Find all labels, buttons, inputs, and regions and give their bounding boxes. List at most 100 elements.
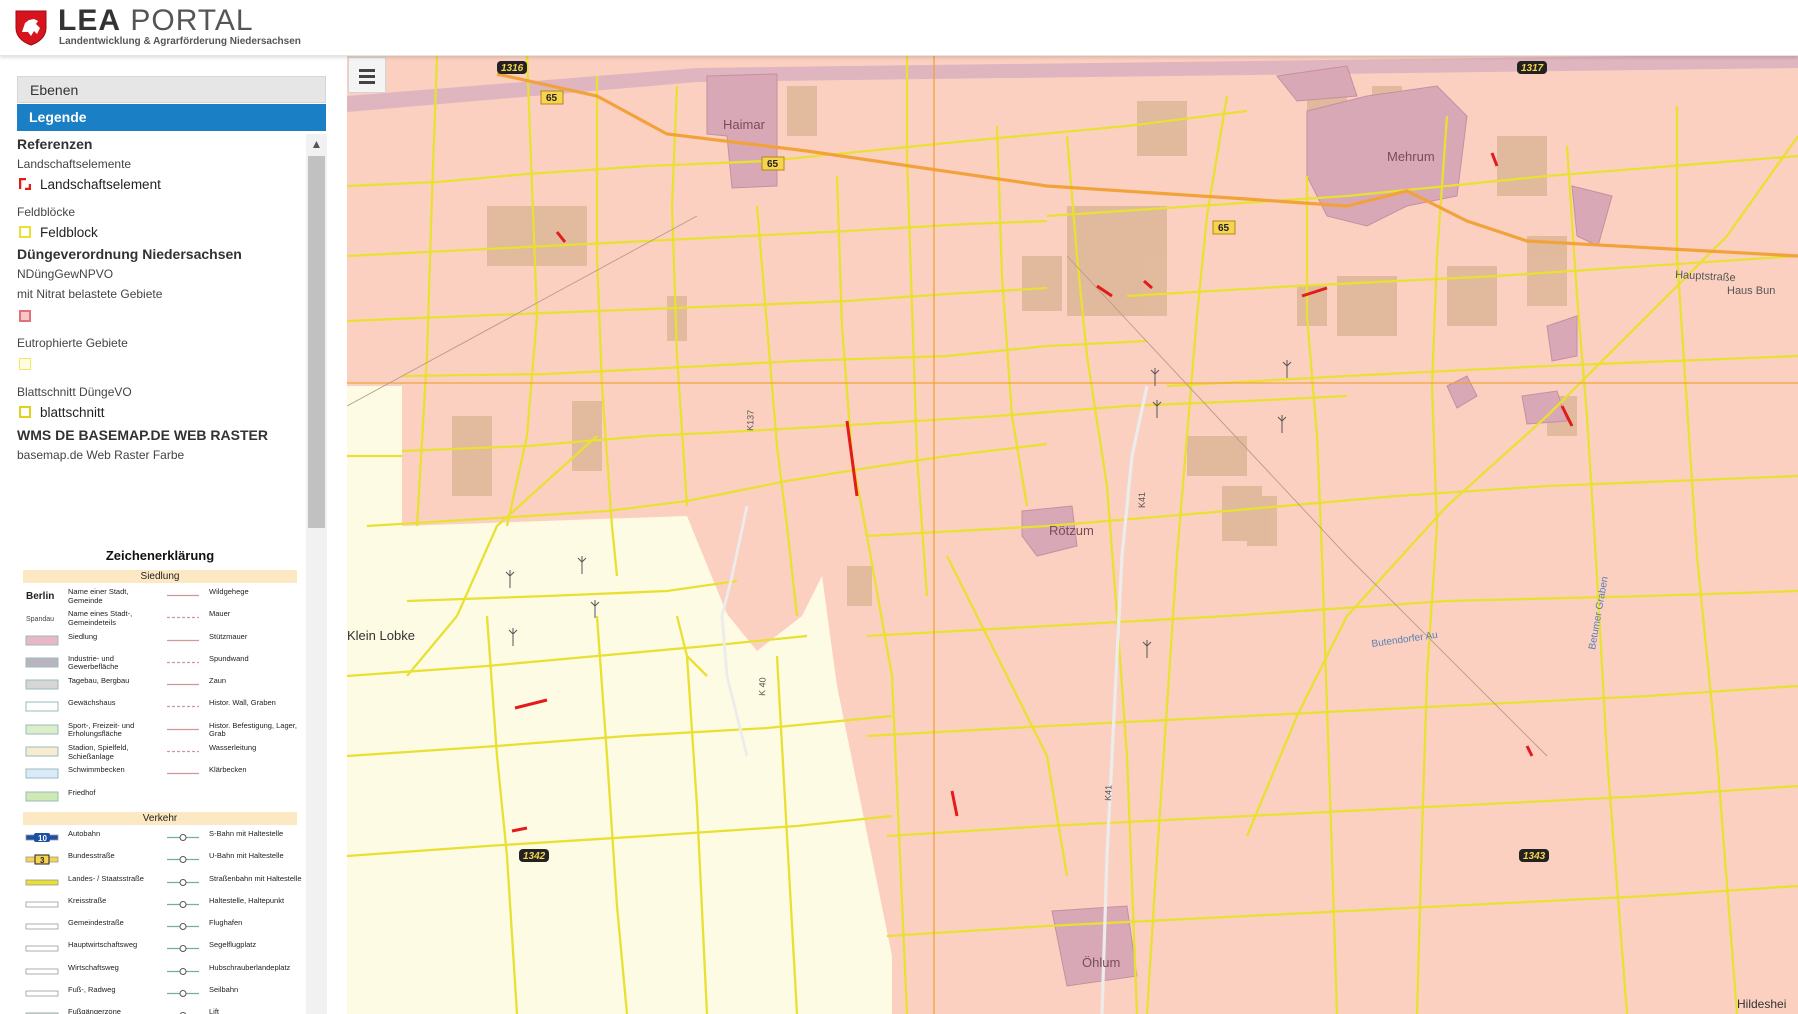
road-shield-label: 65 (1218, 223, 1230, 234)
zeichen-row: Siedlung Stützmauer (23, 630, 297, 652)
place-label-hildesheim: Hildeshei (1737, 997, 1786, 1011)
zeichen-row: Industrie- und Gewerbefläche Spundwand (23, 652, 297, 674)
road-shield-label: 65 (767, 159, 779, 170)
band-siedlung: Siedlung (23, 570, 297, 583)
svg-text:Spandau: Spandau (26, 616, 54, 623)
blattschnitt-symbol (19, 406, 31, 418)
map-canvas[interactable]: Haimar Mehrum Rötzum Klein Lobke Öhlum H… (347, 56, 1798, 1014)
zeichen-label: Segelflugplatz (209, 940, 257, 950)
place-label-mehrum: Mehrum (1387, 149, 1435, 164)
legend-symbol-icon (167, 706, 199, 708)
legend-symbol-icon (25, 990, 59, 997)
legend-symbol-icon (25, 768, 59, 779)
map-view[interactable]: Haimar Mehrum Rötzum Klein Lobke Öhlum H… (347, 56, 1798, 1014)
zeichen-row: Gemeindestraße Flughafen (23, 916, 297, 938)
zeichen-label: Fußgängerzone (68, 1007, 121, 1014)
sheet-tag-label: 1316 (501, 63, 524, 74)
hamburger-icon-bar (359, 75, 375, 78)
legend-heading-referenzen: Referenzen (17, 136, 93, 152)
verkehr-rows: 10 Autobahn S-Bahn mit Haltestelle 3 Bundess… (23, 827, 302, 1014)
app-header: LEA PORTAL Landentwicklung & Agrarförder… (0, 0, 1798, 56)
zeichen-label: Kreisstraße (68, 895, 107, 905)
place-label-haus-bun: Haus Bun (1727, 285, 1775, 297)
zeichen-title: Zeichenerklärung (105, 548, 215, 563)
legend-heading-wms: WMS DE BASEMAP.DE WEB RASTER (17, 427, 268, 443)
zeichen-label: Stadion, Spielfeld, Schießanlage (68, 743, 129, 761)
legend-symbol-icon (167, 856, 199, 864)
eutrophied-area (347, 386, 892, 1014)
zeichen-row: Wirtschaftsweg Hubschrauberlandeplatz (23, 961, 297, 983)
hamburger-icon-bar (359, 69, 375, 72)
zeichen-row: Fuß-, Radweg Seilbahn (23, 983, 297, 1005)
legend-symbol-icon (25, 901, 59, 908)
sheet-tag-label: 1343 (1523, 851, 1546, 862)
zeichen-label: Landes- / Staatsstraße (68, 873, 144, 883)
zeichen-label: Sport-, Freizeit- und Erholungsfläche (68, 720, 135, 739)
legend-symbol-icon (167, 945, 199, 953)
zeichen-row: Gewächshaus Histor. Wall, Graben (23, 696, 297, 718)
road-shield-label: 65 (546, 93, 558, 104)
eutrophiert-symbol (19, 358, 31, 370)
legend-sub-basemap: basemap.de Web Raster Farbe (17, 448, 185, 462)
zeichen-label: Klärbecken (209, 765, 247, 775)
zeichen-label: Autobahn (68, 828, 101, 838)
menu-toggle-button[interactable] (348, 57, 386, 93)
legend-sub-nitrat: mit Nitrat belastete Gebiete (17, 287, 163, 301)
zeichen-label: Hauptwirtschaftsweg (68, 940, 138, 950)
legend-symbol-icon (166, 791, 200, 802)
road-label-k137: K137 (745, 410, 756, 431)
legend-symbol-icon (25, 923, 59, 930)
legend-symbol-icon (167, 684, 199, 686)
zeichen-label: Hubschrauberlandeplatz (209, 962, 291, 972)
legend-symbol-icon (167, 773, 199, 775)
zeichen-row: Tagebau, Bergbau Zaun (23, 674, 297, 696)
zeichen-label: Mauer (209, 609, 231, 619)
legend-symbol-icon (25, 968, 59, 975)
zeichen-label: Lift (209, 1007, 220, 1014)
scroll-up-arrow-icon[interactable]: ▲ (306, 134, 327, 154)
zeichen-label: Histor. Wall, Graben (209, 698, 276, 708)
legend-symbol-icon: Spandau (26, 616, 54, 623)
zeichen-label: Histor. Befestigung, Lager, Grab (209, 720, 297, 739)
zeichen-label: S-Bahn mit Haltestelle (209, 828, 284, 838)
zeichen-label: Wildgehege (209, 587, 249, 596)
water-label-betumer: Betumer Graben (1587, 576, 1611, 651)
legend-symbol-icon (167, 923, 199, 931)
scroll-thumb[interactable] (308, 156, 325, 528)
legend-symbol-icon (25, 724, 59, 735)
zeichen-row: Berlin Name einer Stadt, Gemeinde Wildgehe… (23, 585, 297, 607)
svg-text:3: 3 (40, 856, 45, 865)
place-label-ohlum: Öhlum (1082, 955, 1120, 970)
legend-panel[interactable]: Referenzen Landschaftselemente Landschaf… (17, 134, 327, 1014)
legend-sub-ndueng: NDüngGewNPVO (17, 267, 114, 281)
app-logo-title[interactable]: LEA PORTAL (58, 4, 254, 38)
basemap-legend-graphic: Zeichenerklärung Siedlung Berlin Name ein… (23, 548, 302, 1014)
zeichen-label: Zaun (209, 676, 227, 686)
legend-scrollbar[interactable]: ▲ (306, 134, 327, 1014)
legend-symbol-icon: 3 (25, 854, 59, 865)
zeichen-label: Flughafen (209, 918, 243, 928)
zeichen-label: Name einer Stadt, Gemeinde (68, 587, 129, 605)
zeichen-row: 3 Bundesstraße U-Bahn mit Haltestelle (23, 849, 297, 871)
legend-symbol-icon: 10 (25, 832, 59, 843)
legend-heading-duengeverordnung: Düngeverordnung Niedersachsen (17, 246, 242, 262)
legend-item-label: Landschaftselement (40, 177, 161, 192)
app-logo-subtitle: Landentwicklung & Agrarförderung Nieders… (59, 36, 301, 47)
legend-symbol-icon (167, 617, 199, 619)
zeichen-label: Fuß-, Radweg (68, 985, 116, 995)
legend-symbol-icon (167, 728, 199, 730)
legend-symbol-icon (25, 679, 59, 690)
tab-ebenen[interactable]: Ebenen (17, 76, 326, 103)
zeichen-row: Schwimmbecken Klärbecken (23, 763, 297, 785)
feldblock-symbol (19, 226, 31, 238)
place-label-roetzum: Rötzum (1049, 523, 1094, 538)
legend-sub-feldbloecke: Feldblöcke (17, 205, 76, 219)
legend-symbol-icon (167, 900, 199, 908)
tab-legende[interactable]: Legende (17, 104, 326, 131)
zeichen-row: Hauptwirtschaftsweg Segelflugplatz (23, 938, 297, 960)
band-verkehr: Verkehr (23, 811, 297, 825)
zeichen-row: Spandau Name eines Stadt-, Gemeindeteils M… (23, 607, 297, 629)
zeichen-label: Wirtschaftsweg (68, 962, 119, 972)
legend-symbol-icon (25, 879, 59, 885)
place-label-klein-lobke: Klein Lobke (347, 628, 415, 643)
